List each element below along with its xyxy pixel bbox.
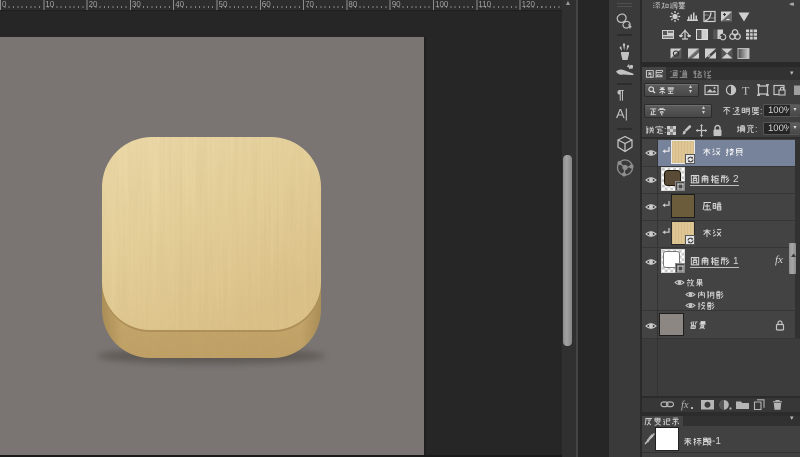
- svg-text:T: T: [742, 84, 750, 98]
- svg-text:fx: fx: [681, 400, 689, 411]
